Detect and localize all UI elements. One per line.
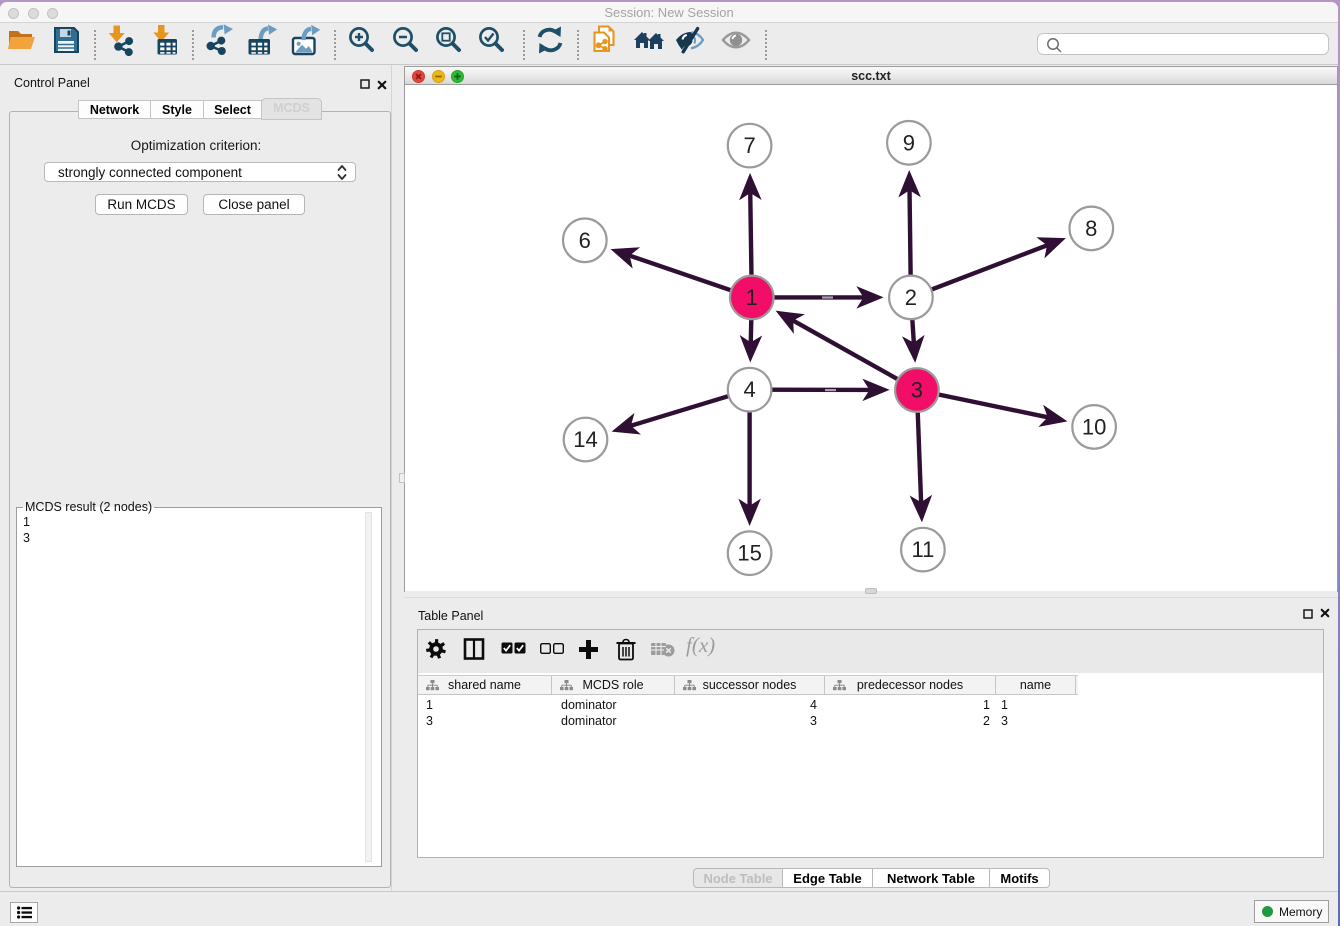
svg-text:9: 9	[903, 130, 915, 155]
svg-text:11: 11	[911, 537, 934, 562]
svg-text:8: 8	[1085, 216, 1097, 241]
svg-text:2: 2	[905, 285, 917, 310]
svg-text:14: 14	[573, 427, 597, 452]
svg-text:6: 6	[579, 228, 591, 253]
svg-text:1: 1	[746, 285, 758, 310]
svg-text:4: 4	[743, 377, 755, 402]
svg-text:3: 3	[911, 378, 923, 403]
svg-text:15: 15	[737, 541, 761, 566]
svg-text:10: 10	[1082, 414, 1106, 439]
svg-text:7: 7	[743, 133, 755, 158]
